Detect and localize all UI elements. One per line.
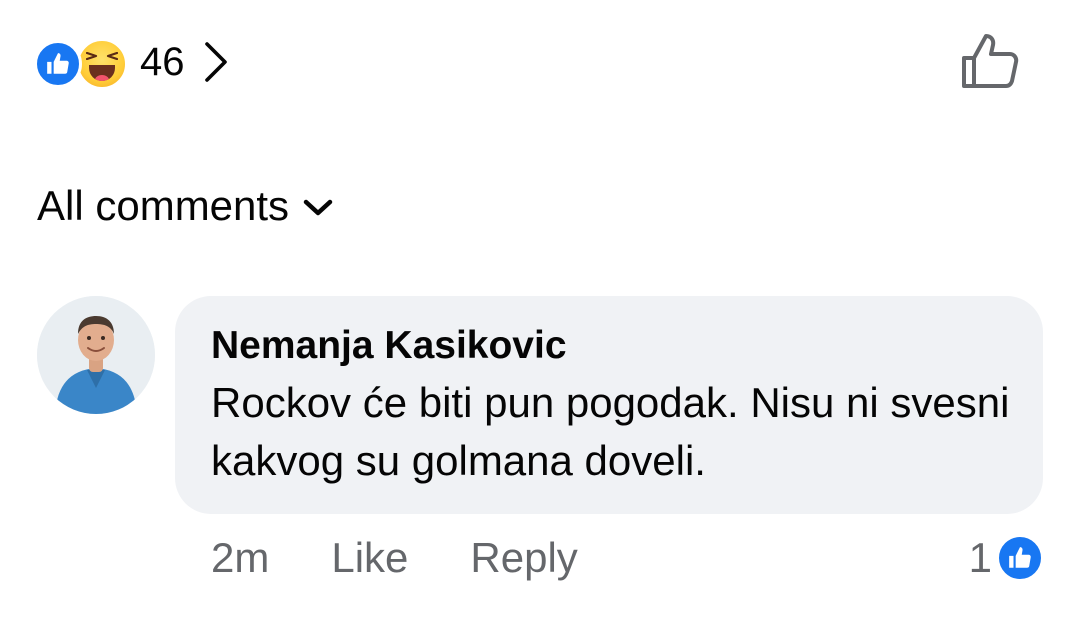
comments-filter-label: All comments: [37, 182, 290, 229]
reaction-count: 46: [140, 39, 185, 84]
like-reaction-icon: [34, 40, 82, 88]
chevron-right-icon[interactable]: [203, 39, 231, 85]
avatar[interactable]: [37, 296, 155, 414]
comments-filter-dropdown[interactable]: All comments: [37, 182, 333, 230]
post-reactions-summary[interactable]: 46: [34, 34, 231, 90]
like-reaction-icon: [996, 534, 1044, 582]
comment-reply-button[interactable]: Reply: [470, 534, 577, 582]
comment-timestamp[interactable]: 2m: [211, 534, 269, 582]
comment-author[interactable]: Nemanja Kasikovic: [211, 322, 1007, 370]
like-button[interactable]: [958, 30, 1022, 94]
comment-bubble[interactable]: Nemanja Kasikovic Rockov će biti pun pog…: [175, 296, 1043, 514]
comment-like-button[interactable]: Like: [331, 534, 408, 582]
comment-actions: 2m Like Reply: [211, 528, 578, 588]
haha-reaction-icon: [76, 38, 128, 90]
comment-text: Rockov će biti pun pogodak. Nisu ni sves…: [211, 379, 1010, 484]
thumbs-up-outline-icon: [962, 34, 1019, 88]
comment-reactions[interactable]: 1: [969, 530, 1044, 586]
comment-reaction-count: 1: [968, 534, 992, 581]
chevron-down-icon: [303, 197, 333, 219]
reaction-icons: [34, 36, 134, 90]
